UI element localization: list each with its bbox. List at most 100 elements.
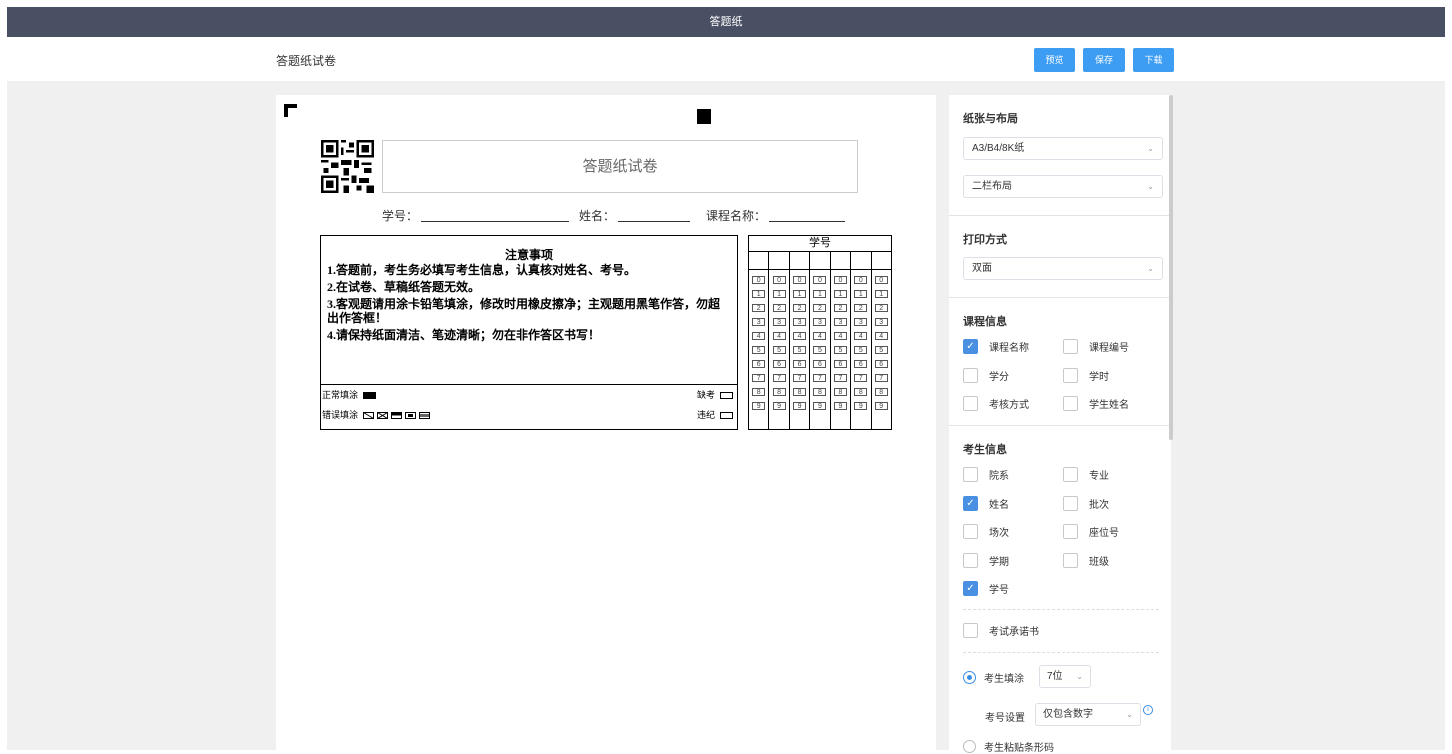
digit-bubble[interactable]: 9 xyxy=(793,402,807,410)
download-button[interactable]: 下载 xyxy=(1133,48,1174,72)
pledge-checkbox[interactable]: 考试承诺书 xyxy=(963,623,1039,638)
checkbox-学时[interactable]: 学时 xyxy=(1063,367,1109,383)
checkbox-场次[interactable]: 场次 xyxy=(963,524,1009,539)
digit-bubble[interactable]: 3 xyxy=(813,318,827,326)
digit-bubble[interactable]: 7 xyxy=(854,374,868,382)
digit-bubble[interactable]: 4 xyxy=(854,332,868,340)
digit-bubble[interactable]: 3 xyxy=(833,318,847,326)
digit-bubble[interactable]: 3 xyxy=(752,318,766,326)
digit-bubble[interactable]: 9 xyxy=(772,402,786,410)
digit-bubble[interactable]: 3 xyxy=(874,318,888,326)
digit-bubble[interactable]: 1 xyxy=(772,290,786,298)
digit-bubble[interactable]: 7 xyxy=(874,374,888,382)
digit-bubble[interactable]: 8 xyxy=(752,388,766,396)
digit-bubble[interactable]: 5 xyxy=(752,346,766,354)
digit-bubble[interactable]: 8 xyxy=(793,388,807,396)
digit-bubble[interactable]: 0 xyxy=(833,276,847,284)
digit-bubble[interactable]: 9 xyxy=(854,402,868,410)
digit-bubble[interactable]: 8 xyxy=(772,388,786,396)
layout-select[interactable]: 二栏布局 ⌄ xyxy=(963,175,1163,198)
digit-bubble[interactable]: 3 xyxy=(793,318,807,326)
digit-bubble[interactable]: 2 xyxy=(874,304,888,312)
digit-bubble[interactable]: 1 xyxy=(752,290,766,298)
checkbox-课程名称[interactable]: ✓ 课程名称 xyxy=(963,339,1029,354)
digit-bubble[interactable]: 0 xyxy=(813,276,827,284)
digit-bubble[interactable]: 1 xyxy=(793,290,807,298)
absent-bubble-icon[interactable] xyxy=(719,392,733,400)
digit-bubble[interactable]: 9 xyxy=(833,402,847,410)
digit-bubble[interactable]: 1 xyxy=(874,290,888,298)
digit-bubble[interactable]: 2 xyxy=(752,304,766,312)
digit-bubble[interactable]: 9 xyxy=(813,402,827,410)
digit-bubble[interactable]: 4 xyxy=(752,332,766,340)
digit-bubble[interactable]: 4 xyxy=(813,332,827,340)
digit-bubble[interactable]: 1 xyxy=(833,290,847,298)
digit-bubble[interactable]: 6 xyxy=(854,360,868,368)
checkbox-院系[interactable]: 院系 xyxy=(963,467,1009,482)
digit-bubble[interactable]: 5 xyxy=(772,346,786,354)
digit-bubble[interactable]: 2 xyxy=(772,304,786,312)
digit-bubble[interactable]: 2 xyxy=(854,304,868,312)
digit-bubble[interactable]: 8 xyxy=(833,388,847,396)
checkbox-课程编号[interactable]: 课程编号 xyxy=(1063,339,1129,354)
digit-bubble[interactable]: 8 xyxy=(854,388,868,396)
digit-bubble[interactable]: 6 xyxy=(833,360,847,368)
digit-bubble[interactable]: 7 xyxy=(833,374,847,382)
digit-bubble[interactable]: 0 xyxy=(793,276,807,284)
digits-select[interactable]: 7位 ⌄ xyxy=(1039,665,1091,688)
checkbox-学期[interactable]: 学期 xyxy=(963,552,1009,568)
barcode-radio[interactable]: 考生粘贴条形码 xyxy=(963,739,1054,754)
digit-bubble[interactable]: 6 xyxy=(813,360,827,368)
checkbox-考核方式[interactable]: 考核方式 xyxy=(963,396,1029,411)
digit-bubble[interactable]: 5 xyxy=(793,346,807,354)
digit-bubble[interactable]: 1 xyxy=(854,290,868,298)
violation-bubble-icon[interactable] xyxy=(719,412,733,420)
checkbox-批次[interactable]: 批次 xyxy=(1063,495,1109,511)
digit-bubble[interactable]: 7 xyxy=(752,374,766,382)
checkbox-班级[interactable]: 班级 xyxy=(1063,552,1109,568)
checkbox-学分[interactable]: 学分 xyxy=(963,367,1009,383)
preview-button[interactable]: 预览 xyxy=(1034,48,1075,72)
digit-bubble[interactable]: 7 xyxy=(772,374,786,382)
digit-bubble[interactable]: 8 xyxy=(813,388,827,396)
digit-bubble[interactable]: 2 xyxy=(793,304,807,312)
digit-bubble[interactable]: 4 xyxy=(772,332,786,340)
digit-bubble[interactable]: 3 xyxy=(854,318,868,326)
digit-bubble[interactable]: 5 xyxy=(854,346,868,354)
digit-bubble[interactable]: 6 xyxy=(793,360,807,368)
digit-bubble[interactable]: 7 xyxy=(813,374,827,382)
checkbox-姓名[interactable]: ✓ 姓名 xyxy=(963,495,1009,511)
digit-bubble[interactable]: 4 xyxy=(833,332,847,340)
digit-bubble[interactable]: 5 xyxy=(833,346,847,354)
checkbox-学生姓名[interactable]: 学生姓名 xyxy=(1063,396,1129,411)
digit-bubble[interactable]: 9 xyxy=(752,402,766,410)
panel-scrollbar[interactable] xyxy=(1169,95,1173,440)
digit-bubble[interactable]: 3 xyxy=(772,318,786,326)
digit-bubble[interactable]: 6 xyxy=(874,360,888,368)
student-fill-radio[interactable]: 考生填涂 xyxy=(963,670,1024,685)
digit-bubble[interactable]: 9 xyxy=(874,402,888,410)
digit-bubble[interactable]: 2 xyxy=(813,304,827,312)
digit-bubble[interactable]: 0 xyxy=(854,276,868,284)
paper-size-select[interactable]: A3/B4/8K纸 ⌄ xyxy=(963,137,1163,160)
digit-bubble[interactable]: 5 xyxy=(813,346,827,354)
digit-bubble[interactable]: 4 xyxy=(793,332,807,340)
digit-bubble[interactable]: 5 xyxy=(874,346,888,354)
digit-bubble[interactable]: 2 xyxy=(833,304,847,312)
checkbox-学号[interactable]: ✓ 学号 xyxy=(963,581,1009,596)
digit-bubble[interactable]: 0 xyxy=(752,276,766,284)
checkbox-专业[interactable]: 专业 xyxy=(1063,467,1109,482)
digit-bubble[interactable]: 1 xyxy=(813,290,827,298)
id-setting-select[interactable]: 仅包含数字 ⌄ xyxy=(1035,703,1141,726)
save-button[interactable]: 保存 xyxy=(1083,48,1125,72)
digit-bubble[interactable]: 6 xyxy=(772,360,786,368)
digit-bubble[interactable]: 0 xyxy=(772,276,786,284)
info-icon[interactable]: i xyxy=(1143,705,1153,715)
digit-bubble[interactable]: 4 xyxy=(874,332,888,340)
checkbox-座位号[interactable]: 座位号 xyxy=(1063,524,1119,539)
exam-title-box[interactable]: 答题纸试卷 xyxy=(382,140,858,193)
digit-bubble[interactable]: 6 xyxy=(752,360,766,368)
digit-bubble[interactable]: 0 xyxy=(874,276,888,284)
digit-bubble[interactable]: 8 xyxy=(874,388,888,396)
digit-bubble[interactable]: 7 xyxy=(793,374,807,382)
